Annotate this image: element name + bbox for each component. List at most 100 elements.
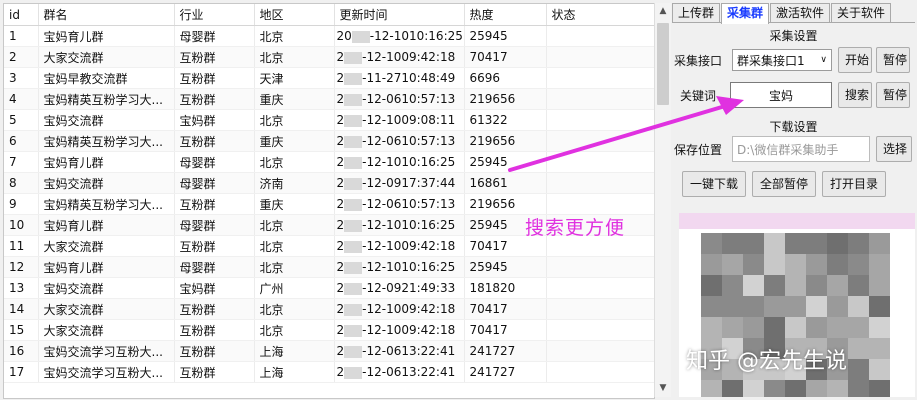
save-location-row: 保存位置 D:\微信群采集助手 选择 <box>674 136 912 162</box>
cell-industry: 互粉群 <box>174 340 255 362</box>
mosaic-tile <box>827 380 848 397</box>
cell-group-name: 宝妈育儿群 <box>38 25 175 47</box>
collect-section-title: 采集设置 <box>769 29 818 43</box>
table-row[interactable]: 7 宝妈育儿群 母婴群 北京 2 -12-1010:16:25 25945 <box>4 151 654 173</box>
mosaic-tile <box>743 317 764 338</box>
open-directory-button[interactable]: 打开目录 <box>822 171 886 197</box>
mosaic-tile <box>806 296 827 317</box>
column-header[interactable]: 状态 <box>546 4 654 26</box>
cell-update-time: 2 -12-1010:16:25 <box>334 256 465 278</box>
table-row[interactable]: 3 宝妈早教交流群 互粉群 天津 2 -11-2710:48:49 6696 <box>4 67 654 89</box>
cell-id: 5 <box>4 109 39 131</box>
column-header[interactable]: 热度 <box>464 4 547 26</box>
scroll-down-icon[interactable]: ▼ <box>655 380 671 397</box>
mosaic-tile <box>806 233 827 254</box>
mosaic-tile <box>827 254 848 275</box>
table-row[interactable]: 4 宝妈精英互粉学习大... 互粉群 重庆 2 -12-0610:57:13 219656 <box>4 88 654 110</box>
mosaic-tile <box>701 275 722 296</box>
mosaic-tile <box>722 275 743 296</box>
pause-all-button[interactable]: 全部暂停 <box>752 171 816 197</box>
table-row[interactable]: 13 宝妈交流群 宝妈群 广州 2 -12-0921:49:33 181820 <box>4 277 654 299</box>
table-scrollbar[interactable]: ▲ ▼ <box>654 3 671 397</box>
table-row[interactable]: 6 宝妈精英互粉学习大... 互粉群 重庆 2 -12-0610:57:13 219656 <box>4 130 654 152</box>
time-year-prefix: 2 <box>336 134 345 148</box>
column-header[interactable]: 更新时间 <box>334 4 465 26</box>
table-row[interactable]: 1 宝妈育儿群 母婴群 北京 20 -12-1010:16:25 25945 <box>4 25 654 47</box>
mosaic-tile <box>764 317 785 338</box>
column-header[interactable]: 行业 <box>174 4 255 26</box>
column-header[interactable]: 群名 <box>38 4 175 26</box>
tab-activate-software[interactable]: 激活软件 <box>770 3 831 22</box>
time-year-prefix: 2 <box>336 365 345 379</box>
time-rest: -12-1010:16:25 <box>362 260 456 274</box>
table-row[interactable]: 17 宝妈交流学习互粉大... 互粉群 上海 2 -12-0613:22:41 241727 <box>4 361 654 383</box>
cell-status <box>546 340 654 362</box>
keyword-input[interactable]: 宝妈 <box>730 82 832 108</box>
time-year-prefix: 2 <box>336 260 345 274</box>
mosaic-tile <box>848 338 869 359</box>
tab-about-software[interactable]: 关于软件 <box>831 3 892 22</box>
collect-api-select[interactable]: 群采集接口1 ∨ <box>732 49 832 71</box>
cell-industry: 母婴群 <box>174 172 255 194</box>
cell-update-time: 2 -11-2710:48:49 <box>334 67 465 89</box>
cell-id: 16 <box>4 340 39 362</box>
pause-search-button[interactable]: 暂停 <box>876 82 910 108</box>
cell-status <box>546 193 654 215</box>
mosaic-tile <box>869 380 890 397</box>
scrollbar-thumb[interactable] <box>657 23 669 105</box>
zhihu-watermark: 知乎 @宏先生说 <box>686 349 847 374</box>
mosaic-tile <box>869 233 890 254</box>
download-section-title: 下载设置 <box>769 120 818 134</box>
redaction-block <box>344 93 363 106</box>
table-row[interactable]: 14 大家交流群 互粉群 北京 2 -12-1009:42:18 70417 <box>4 298 654 320</box>
table-row[interactable]: 5 宝妈交流群 宝妈群 北京 2 -12-1009:08:11 61322 <box>4 109 654 131</box>
start-button[interactable]: 开始 <box>838 47 872 73</box>
app-window: id 群名 行业 地区 更新时间 热度 状态 1 宝妈育儿群 母婴群 北京 20 -12-1010:1… <box>0 0 917 400</box>
cell-status <box>546 172 654 194</box>
cell-industry: 互粉群 <box>174 298 255 320</box>
save-path-input[interactable]: D:\微信群采集助手 <box>732 136 870 162</box>
table-row[interactable]: 2 大家交流群 互粉群 北京 2 -12-1009:42:18 70417 <box>4 46 654 68</box>
time-rest: -12-0610:57:13 <box>362 197 456 211</box>
mosaic-tile <box>785 254 806 275</box>
redaction-block <box>344 219 363 232</box>
scroll-up-icon[interactable]: ▲ <box>655 3 671 20</box>
time-year-prefix: 20 <box>336 29 352 43</box>
cell-update-time: 2 -12-0613:22:41 <box>334 361 465 383</box>
cell-region: 上海 <box>254 361 335 383</box>
choose-button[interactable]: 选择 <box>876 136 912 162</box>
table-row[interactable]: 8 宝妈交流群 母婴群 济南 2 -12-0917:37:44 16861 <box>4 172 654 194</box>
collect-api-value: 群采集接口1 <box>737 53 805 68</box>
mosaic-tile <box>785 317 806 338</box>
column-header[interactable]: id <box>4 4 39 26</box>
mosaic-tile <box>869 359 890 380</box>
cell-update-time: 2 -12-0610:57:13 <box>334 193 465 215</box>
table-row[interactable]: 12 宝妈育儿群 母婴群 北京 2 -12-1010:16:25 25945 <box>4 256 654 278</box>
tab-collect-group[interactable]: 采集群 <box>721 3 770 24</box>
cell-heat: 61322 <box>464 109 547 131</box>
mosaic-tile <box>722 233 743 254</box>
search-button[interactable]: 搜索 <box>838 82 872 108</box>
cell-update-time: 2 -12-0613:22:41 <box>334 340 465 362</box>
mosaic-tile <box>848 317 869 338</box>
table-row[interactable]: 16 宝妈交流学习互粉大... 互粉群 上海 2 -12-0613:22:41 241727 <box>4 340 654 362</box>
mosaic-tile <box>869 338 890 359</box>
cell-industry: 互粉群 <box>174 67 255 89</box>
table-row[interactable]: 9 宝妈精英互粉学习大... 互粉群 重庆 2 -12-0610:57:13 219656 <box>4 193 654 215</box>
mosaic-tile <box>785 380 806 397</box>
cell-region: 北京 <box>254 214 335 236</box>
mosaic-tile <box>848 254 869 275</box>
cell-id: 15 <box>4 319 39 341</box>
table-row[interactable]: 15 大家交流群 互粉群 北京 2 -12-1009:42:18 70417 <box>4 319 654 341</box>
cell-update-time: 2 -12-0921:49:33 <box>334 277 465 299</box>
cell-id: 2 <box>4 46 39 68</box>
tab-upload-group[interactable]: 上传群 <box>672 3 721 22</box>
column-header[interactable]: 地区 <box>254 4 335 26</box>
mosaic-tile <box>764 275 785 296</box>
cell-update-time: 20 -12-1010:16:25 <box>334 25 465 47</box>
one-click-download-button[interactable]: 一键下载 <box>682 171 746 197</box>
time-rest: -12-1009:42:18 <box>362 239 456 253</box>
cell-group-name: 大家交流群 <box>38 235 175 257</box>
time-year-prefix: 2 <box>336 344 345 358</box>
pause-collect-button[interactable]: 暂停 <box>876 47 910 73</box>
